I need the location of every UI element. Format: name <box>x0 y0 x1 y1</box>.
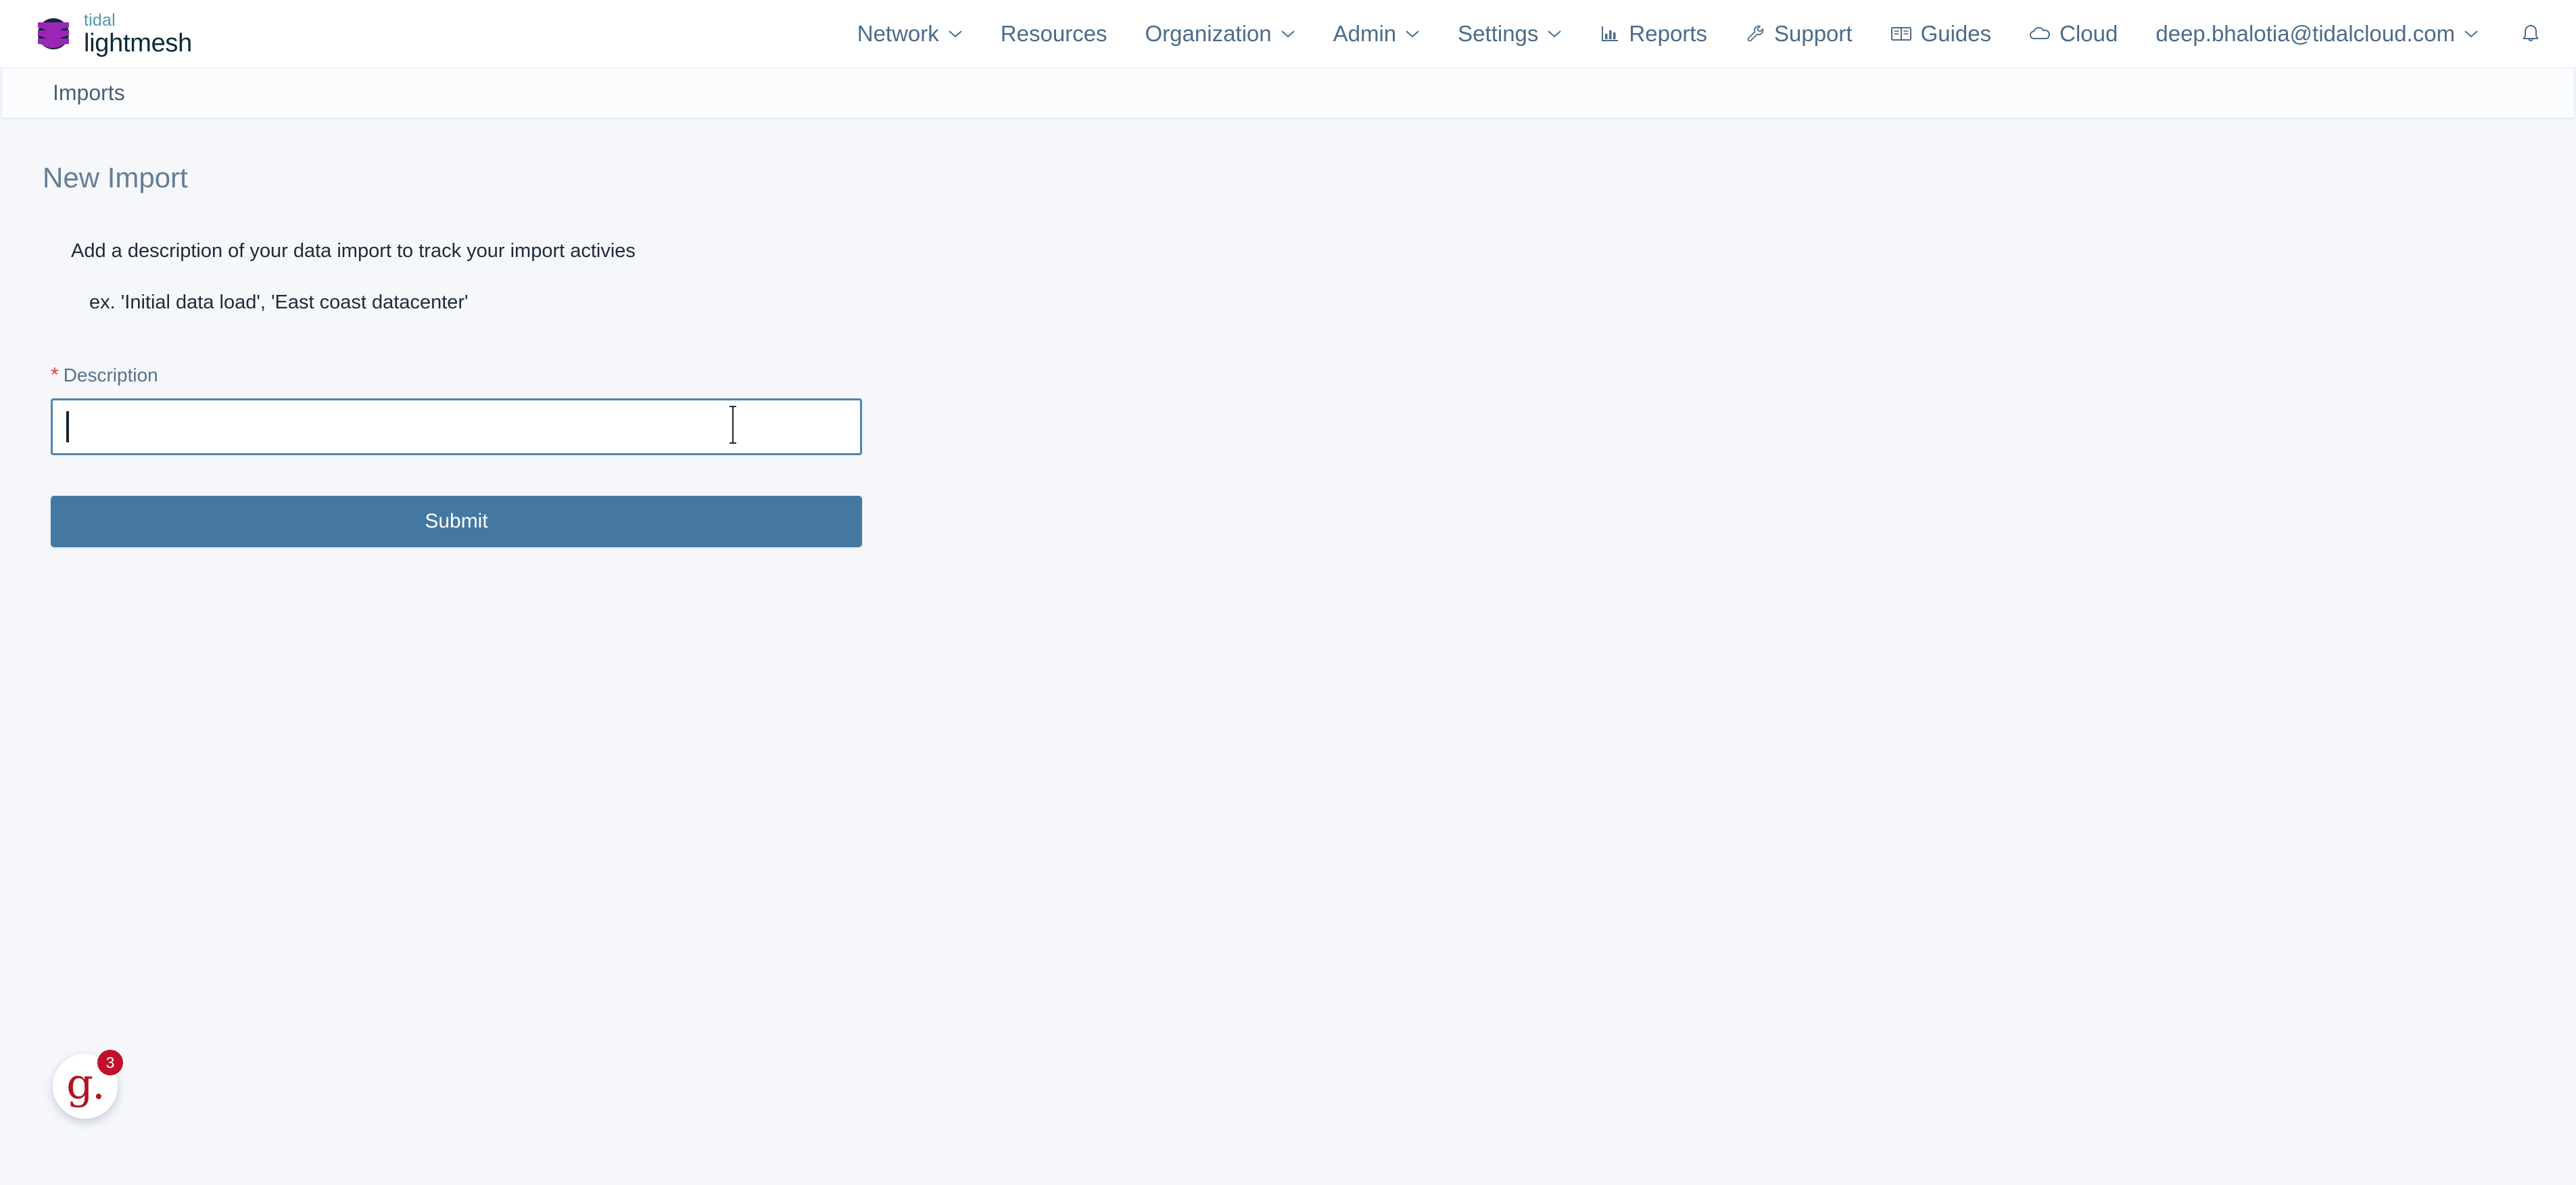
help-widget-badge: 3 <box>96 1048 124 1077</box>
chevron-down-icon <box>948 29 963 39</box>
breadcrumb-bar: Imports <box>1 68 2575 118</box>
page-description-example: ex. 'Initial data load', 'East coast dat… <box>89 292 2576 314</box>
nav-item-reports[interactable]: Reports <box>1581 0 1726 68</box>
help-widget[interactable]: g. 3 <box>53 1054 118 1119</box>
nav-label-guides: Guides <box>1921 21 1992 47</box>
nav-label-cloud: Cloud <box>2059 21 2118 47</box>
nav-item-support[interactable]: Support <box>1726 0 1871 68</box>
new-import-form: * Description Submit <box>51 365 862 547</box>
nav-label-reports: Reports <box>1629 21 1707 47</box>
brand-logo[interactable]: tidal lightmesh <box>32 0 192 68</box>
description-field-label: * Description <box>51 365 862 386</box>
cloud-icon <box>2029 26 2051 42</box>
nav-label-resources: Resources <box>1001 21 1107 47</box>
brand-wordmark: tidal lightmesh <box>84 10 192 57</box>
nav-item-organization[interactable]: Organization <box>1126 0 1314 68</box>
required-asterisk: * <box>51 365 59 386</box>
main-nav: Network Resources Organization Admin Set… <box>838 0 2576 68</box>
page-description: Add a description of your data import to… <box>71 240 2576 262</box>
chevron-down-icon <box>1281 29 1295 39</box>
brand-tidal-text: tidal <box>84 11 192 29</box>
nav-item-admin[interactable]: Admin <box>1314 0 1439 68</box>
lightmesh-logo-icon <box>32 14 74 53</box>
bell-icon <box>2521 23 2541 45</box>
wrench-icon <box>1745 24 1765 44</box>
nav-label-settings: Settings <box>1458 21 1538 47</box>
user-account-menu[interactable]: deep.bhalotia@tidalcloud.com <box>2137 0 2498 68</box>
nav-label-organization: Organization <box>1145 21 1272 47</box>
bar-chart-icon <box>1600 24 1620 44</box>
nav-item-cloud[interactable]: Cloud <box>2010 0 2137 68</box>
page-content: New Import Add a description of your dat… <box>0 162 2576 547</box>
user-email-label: deep.bhalotia@tidalcloud.com <box>2155 21 2455 47</box>
text-caret <box>66 411 69 442</box>
brand-lightmesh-text: lightmesh <box>84 30 192 57</box>
description-input[interactable] <box>51 398 862 455</box>
top-navigation-bar: tidal lightmesh Network Resources Organi… <box>0 0 2576 68</box>
notifications-button[interactable] <box>2498 0 2558 68</box>
submit-button[interactable]: Submit <box>51 496 862 547</box>
chevron-down-icon <box>1405 29 1420 39</box>
nav-label-network: Network <box>857 21 939 47</box>
nav-label-admin: Admin <box>1333 21 1397 47</box>
nav-item-settings[interactable]: Settings <box>1439 0 1581 68</box>
page-title: New Import <box>43 162 2576 194</box>
description-label-text: Description <box>64 365 158 386</box>
nav-item-guides[interactable]: Guides <box>1871 0 2011 68</box>
nav-item-resources[interactable]: Resources <box>982 0 1126 68</box>
nav-label-support: Support <box>1774 21 1853 47</box>
description-input-wrap <box>51 398 862 455</box>
breadcrumb-imports[interactable]: Imports <box>53 80 125 106</box>
book-icon <box>1890 24 1912 43</box>
chevron-down-icon <box>1547 29 1562 39</box>
chevron-down-icon <box>2464 29 2479 39</box>
nav-item-network[interactable]: Network <box>838 0 982 68</box>
